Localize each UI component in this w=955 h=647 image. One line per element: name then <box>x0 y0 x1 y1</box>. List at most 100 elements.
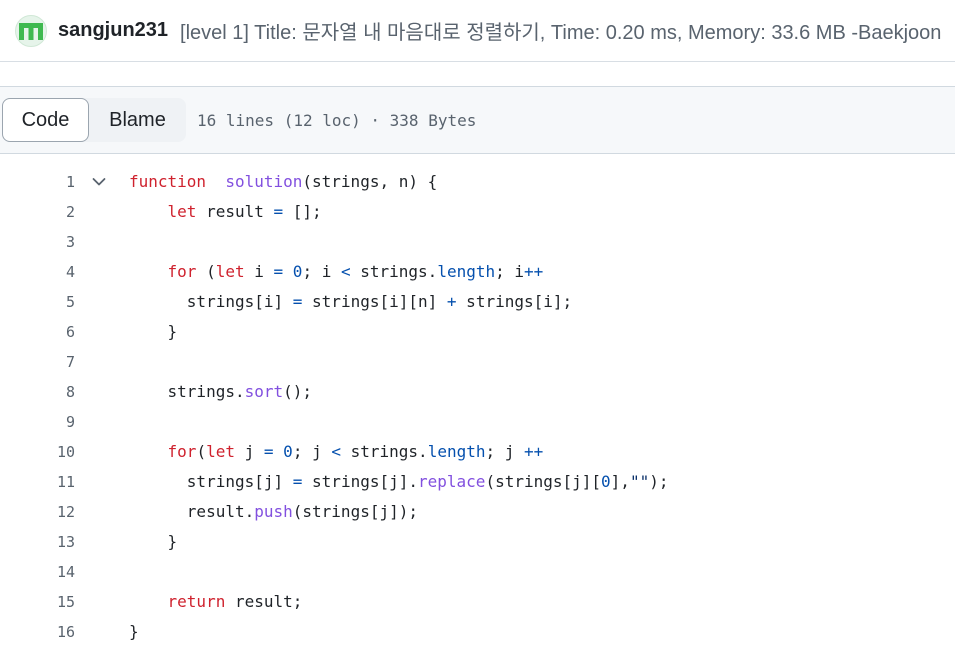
code-line: 5 strings[i] = strings[i][n] + strings[i… <box>0 287 955 317</box>
view-toggle: Code Blame <box>2 98 186 142</box>
line-content: strings[i] = strings[i][n] + strings[i]; <box>129 287 572 317</box>
code-token: let <box>167 202 197 221</box>
code-token: "" <box>629 472 650 491</box>
code-token: ; j <box>485 442 525 461</box>
line-content: strings[j] = strings[j].replace(strings[… <box>129 467 669 497</box>
line-number[interactable]: 9 <box>0 407 75 437</box>
code-token: (); <box>283 382 313 401</box>
line-number[interactable]: 5 <box>0 287 75 317</box>
line-content: for (let i = 0; i < strings.length; i++ <box>129 257 544 287</box>
code-token: strings[j]. <box>302 472 418 491</box>
line-number[interactable]: 13 <box>0 527 75 557</box>
line-number[interactable]: 2 <box>0 197 75 227</box>
code-line: 2 let result = []; <box>0 197 955 227</box>
line-number[interactable]: 4 <box>0 257 75 287</box>
commit-author[interactable]: sangjun231 <box>58 19 168 42</box>
code-token: + <box>446 292 457 311</box>
commit-message[interactable]: [level 1] Title: 문자열 내 마음대로 정렬하기, Time: … <box>180 16 955 45</box>
code-token: result <box>196 202 274 221</box>
code-token: (strings[j]); <box>292 502 418 521</box>
code-token: = <box>263 442 274 461</box>
line-number[interactable]: 10 <box>0 437 75 467</box>
code-token: ); <box>649 472 669 491</box>
line-number[interactable]: 6 <box>0 317 75 347</box>
code-token: ++ <box>524 262 544 281</box>
code-line: 7 <box>0 347 955 377</box>
code-line: 13 } <box>0 527 955 557</box>
code-line: 1 function solution(strings, n) { <box>0 167 955 197</box>
code-token: < <box>331 442 341 461</box>
line-number[interactable]: 3 <box>0 227 75 257</box>
code-token: push <box>254 502 293 521</box>
chevron-down-icon[interactable] <box>90 167 108 197</box>
code-token: (strings, n) { <box>302 172 438 191</box>
avatar[interactable] <box>15 14 47 47</box>
code-token: length <box>427 442 486 461</box>
line-number[interactable]: 14 <box>0 557 75 587</box>
code-token: < <box>340 262 351 281</box>
line-number[interactable]: 1 <box>0 167 75 197</box>
code-token: result. <box>129 502 255 521</box>
code-token: = <box>292 472 303 491</box>
code-token: strings[i]; <box>456 292 573 311</box>
code-view: 1 function solution(strings, n) {2 let re… <box>0 167 955 647</box>
line-content: } <box>129 617 139 647</box>
line-content: } <box>129 527 178 557</box>
line-number[interactable]: 8 <box>0 377 75 407</box>
file-info: 16 lines (12 loc) · 338 Bytes <box>197 110 477 130</box>
code-token: sort <box>244 382 284 401</box>
code-token: } <box>129 322 178 341</box>
identicon-icon <box>19 22 43 40</box>
line-number[interactable]: 15 <box>0 587 75 617</box>
commit-bar: sangjun231 [level 1] Title: 문자열 내 마음대로 정… <box>0 0 955 62</box>
code-line: 15 return result; <box>0 587 955 617</box>
code-token: ], <box>610 472 630 491</box>
code-token: []; <box>283 202 322 221</box>
code-token: ; j <box>292 442 332 461</box>
code-token: (strings[j][ <box>485 472 602 491</box>
code-token: result; <box>225 592 303 611</box>
code-token: replace <box>418 472 486 491</box>
line-number[interactable]: 7 <box>0 347 75 377</box>
line-content: return result; <box>129 587 303 617</box>
code-token: function <box>129 172 207 191</box>
code-token: 0 <box>601 472 611 491</box>
line-number[interactable]: 11 <box>0 467 75 497</box>
code-token: strings. <box>129 382 245 401</box>
code-token: strings[i] <box>129 292 293 311</box>
code-token: let <box>206 442 235 461</box>
code-token: } <box>129 622 139 641</box>
code-token: 0 <box>292 262 303 281</box>
code-token: strings. <box>350 262 438 281</box>
code-token: strings. <box>340 442 428 461</box>
code-line: 3 <box>0 227 955 257</box>
code-token: for <box>167 262 197 281</box>
code-token: let <box>215 262 245 281</box>
line-number[interactable]: 16 <box>0 617 75 647</box>
code-token: for <box>167 442 197 461</box>
code-token: } <box>129 532 178 551</box>
blame-tab[interactable]: Blame <box>89 98 186 142</box>
code-token: = <box>292 292 303 311</box>
code-token: ; i <box>302 262 341 281</box>
code-line: 10 for(let j = 0; j < strings.length; j … <box>0 437 955 467</box>
code-line: 4 for (let i = 0; i < strings.length; i+… <box>0 257 955 287</box>
code-token: = <box>273 262 284 281</box>
code-tab[interactable]: Code <box>2 98 89 142</box>
code-token: length <box>437 262 496 281</box>
line-content: } <box>129 317 178 347</box>
code-line: 12 result.push(strings[j]); <box>0 497 955 527</box>
code-token: strings[i][n] <box>302 292 447 311</box>
code-token: ( <box>196 262 216 281</box>
line-number[interactable]: 12 <box>0 497 75 527</box>
code-token: ++ <box>524 442 544 461</box>
code-line: 11 strings[j] = strings[j].replace(strin… <box>0 467 955 497</box>
code-line: 16} <box>0 617 955 647</box>
